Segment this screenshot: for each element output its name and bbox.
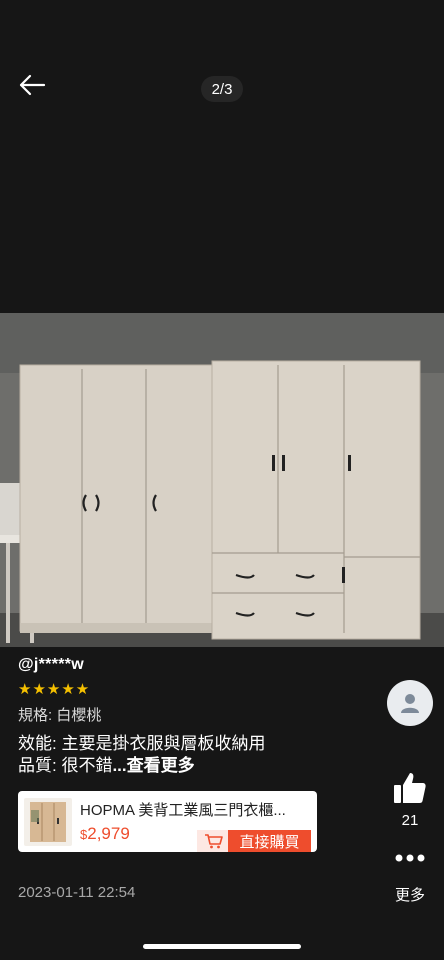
more-button[interactable]	[390, 850, 430, 874]
reviewer-name[interactable]: @j*****w	[18, 656, 378, 674]
wardrobe-thumbnail-icon	[30, 801, 66, 842]
review-photo[interactable]	[0, 313, 444, 647]
variant-spec: 規格: 白櫻桃	[18, 707, 102, 724]
wardrobe-photo	[0, 313, 444, 647]
product-price: $2,979	[80, 824, 130, 844]
cart-icon	[205, 834, 223, 849]
user-icon	[401, 694, 419, 713]
back-button[interactable]	[14, 70, 50, 100]
product-card[interactable]: HOPMA 美背工業風三門衣櫃... $2,979 直接購買	[18, 791, 317, 852]
review-line-2-text: 品質: 很不錯	[18, 756, 113, 775]
review-info: @j*****w ★★★★★ 規格: 白櫻桃 效能: 主要是掛衣服與層板收納用 …	[18, 656, 378, 777]
more-dots-icon	[395, 854, 425, 862]
review-line-1: 效能: 主要是掛衣服與層板收納用	[18, 734, 266, 753]
top-bar: 2/3	[0, 0, 444, 120]
user-avatar[interactable]	[387, 680, 433, 726]
product-title: HOPMA 美背工業風三門衣櫃...	[80, 801, 286, 819]
page-indicator: 2/3	[201, 76, 243, 102]
price-value: 2,979	[87, 823, 130, 843]
more-label[interactable]: 更多	[382, 884, 438, 905]
review-text: 效能: 主要是掛衣服與層板收納用 品質: 很不錯...查看更多	[18, 733, 378, 777]
home-indicator[interactable]	[143, 944, 301, 949]
thumbs-up-icon	[394, 773, 426, 803]
buy-now-button[interactable]: 直接購買	[228, 830, 311, 852]
like-count: 21	[401, 812, 419, 829]
see-more-link[interactable]: ...查看更多	[112, 756, 194, 775]
product-thumbnail	[24, 797, 72, 846]
review-line-2: 品質: 很不錯...查看更多	[18, 755, 378, 777]
add-to-cart-button[interactable]	[197, 830, 231, 852]
rating-stars: ★★★★★	[18, 681, 91, 698]
like-button[interactable]	[390, 770, 430, 811]
arrow-left-icon	[19, 74, 46, 96]
review-date: 2023-01-11 22:54	[18, 884, 136, 901]
